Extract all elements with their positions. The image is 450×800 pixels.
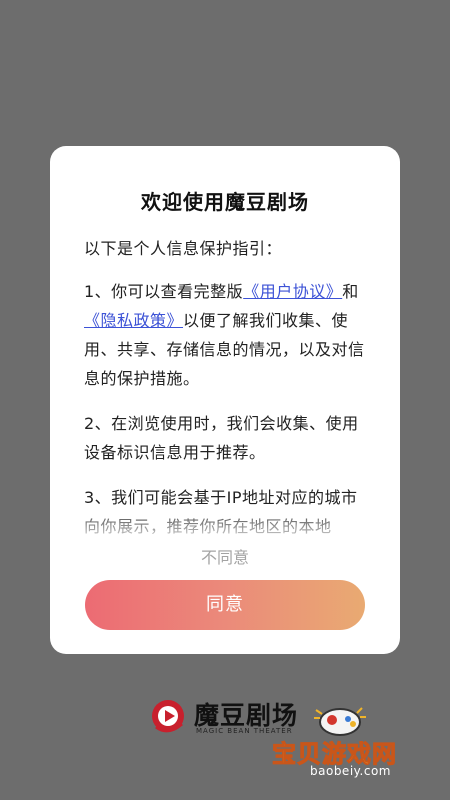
site-watermark: 宝贝游戏网 baobeiy.com xyxy=(272,700,442,786)
disagree-button[interactable]: 不同意 xyxy=(50,544,400,568)
guide-intro: 以下是个人信息保护指引： xyxy=(84,239,283,258)
user-agreement-link[interactable]: 《用户协议》 xyxy=(243,282,342,301)
dialog-title: 欢迎使用魔豆剧场 xyxy=(141,190,309,214)
scroll-fade xyxy=(50,506,400,546)
play-logo-icon xyxy=(152,700,184,733)
guide-item-1-and: 和 xyxy=(342,282,359,301)
watermark-url: baobeiy.com xyxy=(310,764,391,778)
guide-item-1-prefix: 1、你可以查看完整版 xyxy=(84,282,244,301)
agree-button[interactable]: 同意 xyxy=(85,580,365,630)
guide-item-1: 1、你可以查看完整版《用户协议》和《隐私政策》以便了解我们收集、使用、共享、存储… xyxy=(84,277,372,393)
guide-item-2: 2、在浏览使用时，我们会收集、使用设备标识信息用于推荐。 xyxy=(84,414,359,462)
privacy-dialog: 欢迎使用魔豆剧场 以下是个人信息保护指引： 1、你可以查看完整版《用户协议》和《… xyxy=(50,146,400,654)
privacy-policy-link[interactable]: 《隐私政策》 xyxy=(84,311,183,330)
